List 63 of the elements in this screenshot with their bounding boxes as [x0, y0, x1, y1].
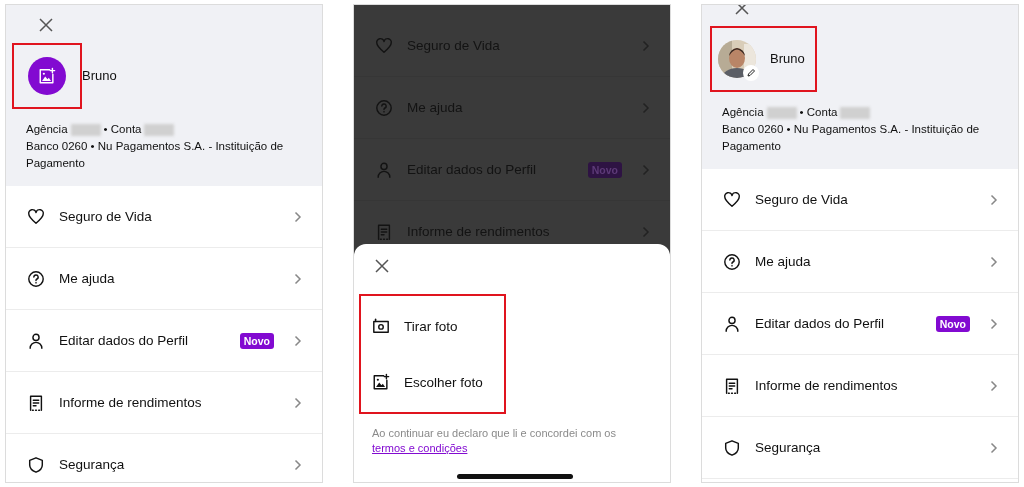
chevron-icon: [642, 163, 650, 176]
bank-info: Banco 0260 • Nu Pagamentos S.A. - Instituição de Pagamento: [26, 139, 285, 171]
menu-item-label[interactable]: Seguro de Vida: [755, 192, 976, 207]
receipt-icon: [27, 393, 45, 412]
camera-icon: [372, 317, 390, 335]
redacted-mark: [70, 123, 101, 136]
shield-icon: [27, 455, 45, 474]
chevron-icon: [294, 458, 302, 471]
receipt-icon: [375, 222, 393, 241]
person-icon: [723, 314, 741, 333]
help-icon: [375, 98, 393, 117]
menu-item-label[interactable]: Informe de rendimentos: [59, 395, 280, 410]
close-icon[interactable]: [374, 258, 390, 274]
help-icon: [27, 269, 45, 288]
bank-info: Banco 0260 • Nu Pagamentos S.A. - Instituição de Pagamento: [722, 122, 981, 154]
help-icon: [723, 252, 741, 271]
chevron-icon: [642, 225, 650, 238]
new-badge: Novo: [935, 315, 970, 332]
menu-item-label[interactable]: Editar dados do Perfil: [755, 316, 922, 331]
heart-icon: [723, 190, 741, 209]
chevron-icon: [990, 441, 998, 454]
user-name: Bruno: [82, 68, 117, 83]
image-plus-icon: [372, 373, 390, 391]
menu-item-label[interactable]: Seguro de Vida: [59, 209, 280, 224]
disclaimer-text: Ao continuar eu declaro que li e concordei com os termos e condições: [372, 426, 617, 455]
person-icon: [27, 331, 45, 350]
menu-item-label[interactable]: Informe de rendimentos: [755, 378, 976, 393]
chevron-icon: [990, 379, 998, 392]
menu-item-label[interactable]: Me ajuda: [59, 271, 280, 286]
photo-option[interactable]: Tirar foto: [361, 300, 504, 352]
person-icon: [375, 160, 393, 179]
account-label: • Conta: [103, 123, 142, 135]
terms-link[interactable]: termos e condições: [372, 441, 468, 454]
image-plus-icon: [38, 66, 56, 85]
pencil-icon[interactable]: [746, 67, 756, 78]
chevron-icon: [642, 39, 650, 52]
menu-item-label[interactable]: Segurança: [59, 457, 280, 472]
heart-icon: [375, 36, 393, 55]
chevron-icon: [294, 272, 302, 285]
new-badge: Novo: [239, 332, 274, 349]
menu-item-label[interactable]: Editar dados do Perfil: [59, 333, 226, 348]
agency-label: Agência: [722, 106, 764, 118]
redacted-mark: [144, 123, 175, 136]
redacted-mark: [840, 106, 871, 119]
user-name: Bruno: [770, 51, 805, 66]
photo-option[interactable]: Escolher foto: [361, 356, 504, 408]
menu-item-label[interactable]: Segurança: [755, 440, 976, 455]
shield-icon: [723, 438, 741, 457]
chevron-icon: [990, 193, 998, 206]
add-photo-button[interactable]: [28, 56, 66, 95]
chevron-icon: [294, 334, 302, 347]
chevron-icon: [294, 210, 302, 223]
account-label: • Conta: [799, 106, 838, 118]
chevron-icon: [990, 317, 998, 330]
close-icon[interactable]: [38, 17, 54, 33]
receipt-icon: [723, 376, 741, 395]
menu-item-label[interactable]: Me ajuda: [755, 254, 976, 269]
agency-label: Agência: [26, 123, 68, 135]
redacted-mark: [766, 106, 797, 119]
chevron-icon: [990, 255, 998, 268]
chevron-icon: [294, 396, 302, 409]
heart-icon: [27, 207, 45, 226]
chevron-icon: [642, 101, 650, 114]
